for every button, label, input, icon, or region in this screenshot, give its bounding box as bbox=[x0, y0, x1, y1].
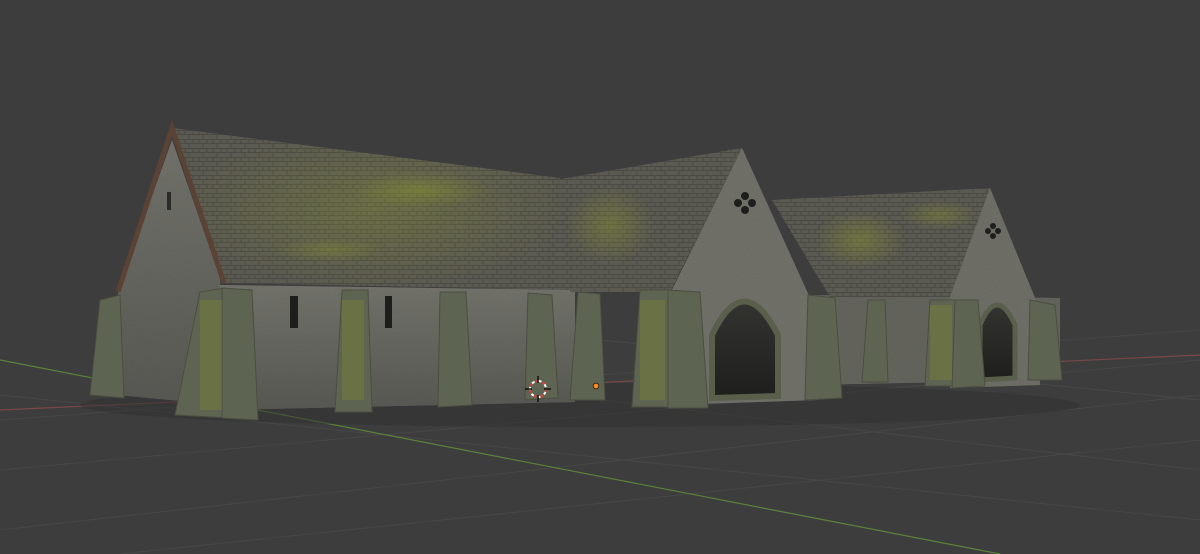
slit-window bbox=[290, 296, 298, 328]
middle-archway bbox=[709, 298, 781, 402]
slit-window bbox=[167, 192, 171, 210]
3d-viewport[interactable] bbox=[0, 0, 1200, 554]
main-wall bbox=[220, 285, 575, 410]
stone-barn-model[interactable] bbox=[80, 120, 1080, 427]
main-roof-moss bbox=[172, 128, 575, 290]
object-origin-icon[interactable] bbox=[592, 382, 600, 390]
slit-window bbox=[385, 296, 392, 328]
right-archway bbox=[977, 302, 1018, 383]
